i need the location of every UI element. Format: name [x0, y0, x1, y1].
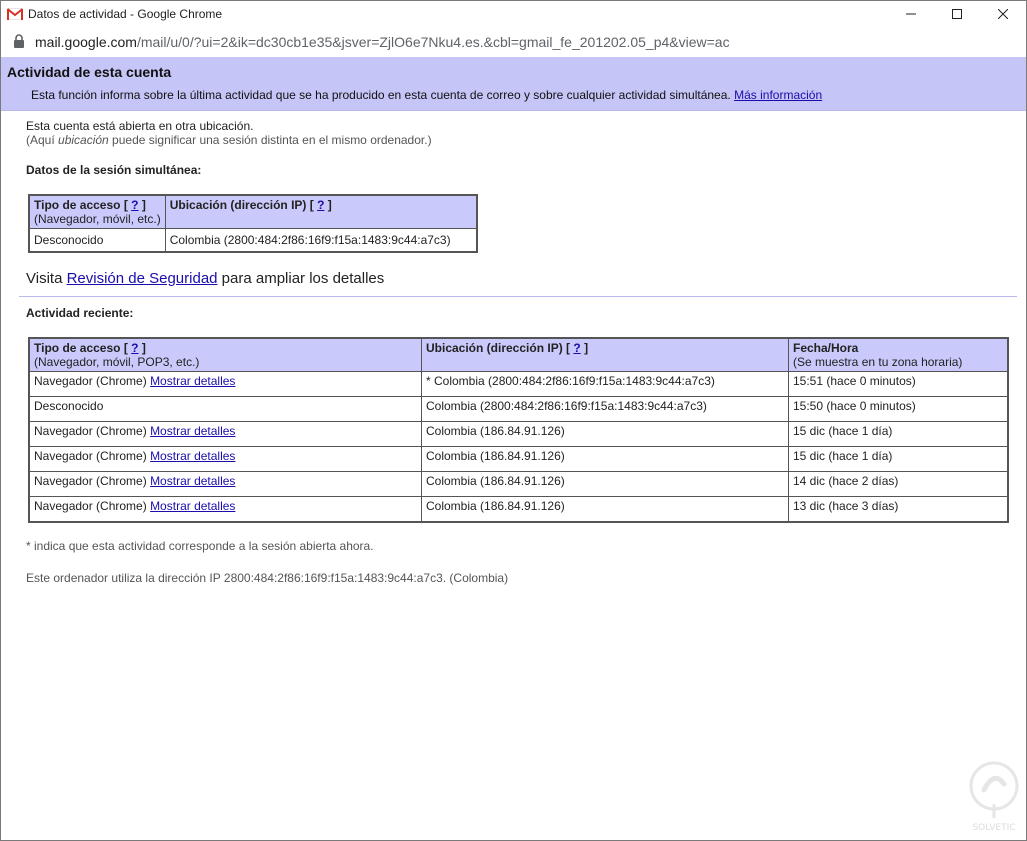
divider	[19, 296, 1017, 297]
show-details-link[interactable]: Mostrar detalles	[150, 424, 235, 438]
help-link[interactable]: ?	[317, 198, 324, 212]
access-type-text: Navegador (Chrome)	[34, 449, 147, 463]
access-type-text: Desconocido	[34, 399, 104, 413]
lock-icon	[13, 34, 27, 50]
show-details-link[interactable]: Mostrar detalles	[150, 374, 235, 388]
activity-body: Esta cuenta está abierta en otra ubicaci…	[1, 111, 1026, 585]
location-note-italic: ubicación	[58, 133, 109, 147]
cell-datetime: 15:50 (hace 0 minutos)	[788, 396, 1009, 422]
table-header-row: Tipo de acceso [ ? ] (Navegador, móvil, e…	[28, 194, 478, 229]
header-description: Esta función informa sobre la última act…	[31, 88, 1026, 102]
access-type-text: Navegador (Chrome)	[34, 374, 147, 388]
table-header-row: Tipo de acceso [ ? ] (Navegador, móvil, P…	[28, 337, 1009, 372]
close-button[interactable]	[980, 1, 1026, 26]
col-datetime: Fecha/Hora (Se muestra en tu zona horaria…	[788, 337, 1009, 372]
col-access-type-sub: (Navegador, móvil, etc.)	[34, 212, 161, 226]
concurrent-session-title: Datos de la sesión simultánea:	[26, 163, 202, 177]
close-icon	[998, 8, 1008, 19]
col-location-title: Ubicación (dirección IP)	[169, 198, 307, 212]
page-title: Actividad de esta cuenta	[7, 64, 172, 80]
asterisk-note: * indica que esta actividad corresponde …	[26, 539, 374, 553]
help-link[interactable]: ?	[131, 198, 138, 212]
visit-suffix: para ampliar los detalles	[217, 270, 385, 287]
cell-datetime: 15 dic (hace 1 día)	[788, 446, 1009, 472]
cell-datetime: 14 dic (hace 2 días)	[788, 471, 1009, 497]
open-elsewhere-text: Esta cuenta está abierta en otra ubicaci…	[26, 119, 254, 133]
location-note: (Aquí ubicación puede significar una ses…	[26, 133, 1016, 147]
window-title: Datos de actividad - Google Chrome	[28, 6, 223, 21]
show-details-link[interactable]: Mostrar detalles	[150, 499, 235, 513]
url-path: /mail/u/0/?ui=2&ik=dc30cb1e35&jsver=ZjlO…	[136, 34, 730, 50]
cell-datetime: 13 dic (hace 3 días)	[788, 496, 1009, 523]
cell-datetime: 15:51 (hace 0 minutos)	[788, 371, 1009, 397]
col-access-type-title: Tipo de acceso	[34, 341, 121, 355]
recent-activity-title: Actividad reciente:	[26, 306, 134, 320]
col-access-type-title: Tipo de acceso	[34, 198, 121, 212]
security-review-link[interactable]: Revisión de Seguridad	[67, 270, 218, 287]
svg-text:SOLVETIC: SOLVETIC	[972, 823, 1015, 833]
cell-location: Colombia (186.84.91.126)	[421, 471, 789, 497]
col-access-type: Tipo de acceso [ ? ] (Navegador, móvil, P…	[28, 337, 422, 372]
help-link[interactable]: ?	[131, 341, 138, 355]
security-review-line: Visita Revisión de Seguridad para amplia…	[26, 270, 1016, 287]
access-type-text: Navegador (Chrome)	[34, 499, 147, 513]
cell-location: Colombia (186.84.91.126)	[421, 446, 789, 472]
table-row: Desconocido Colombia (2800:484:2f86:16f9:…	[28, 396, 1009, 422]
table-row: Navegador (Chrome) Mostrar detalles * Col…	[28, 371, 1009, 397]
browser-window: Datos de actividad - Google Chrome mail.…	[0, 0, 1027, 841]
col-datetime-title: Fecha/Hora	[793, 341, 859, 355]
visit-prefix: Visita	[26, 270, 67, 287]
col-access-type-sub: (Navegador, móvil, POP3, etc.)	[34, 355, 200, 369]
gmail-icon	[6, 7, 24, 20]
show-details-link[interactable]: Mostrar detalles	[150, 449, 235, 463]
table-row: Navegador (Chrome) Mostrar detalles Colom…	[28, 471, 1009, 497]
recent-activity-table: Tipo de acceso [ ? ] (Navegador, móvil, P…	[28, 337, 1009, 523]
access-type-text: Navegador (Chrome)	[34, 474, 147, 488]
url-text[interactable]: mail.google.com/mail/u/0/?ui=2&ik=dc30cb…	[35, 34, 730, 50]
more-info-link[interactable]: Más información	[734, 88, 822, 102]
cell-access-type: Navegador (Chrome) Mostrar detalles	[28, 421, 422, 447]
cell-access-type: Navegador (Chrome) Mostrar detalles	[28, 471, 422, 497]
url-host: mail.google.com	[35, 34, 137, 50]
table-row: Navegador (Chrome) Mostrar detalles Colom…	[28, 421, 1009, 447]
cell-location: Colombia (186.84.91.126)	[421, 496, 789, 523]
location-note-prefix: (Aquí	[26, 133, 59, 147]
cell-access-type: Navegador (Chrome) Mostrar detalles	[28, 446, 422, 472]
col-access-type: Tipo de acceso [ ? ] (Navegador, móvil, e…	[28, 194, 166, 229]
activity-header: Actividad de esta cuenta Esta función in…	[1, 57, 1026, 111]
address-bar[interactable]: mail.google.com/mail/u/0/?ui=2&ik=dc30cb…	[1, 26, 1026, 58]
col-location: Ubicación (dirección IP) [ ? ]	[421, 337, 789, 372]
minimize-button[interactable]	[888, 1, 934, 26]
cell-location: Colombia (2800:484:2f86:16f9:f15a:1483:9…	[164, 228, 478, 253]
help-link[interactable]: ?	[573, 341, 580, 355]
cell-access-type: Navegador (Chrome) Mostrar detalles	[28, 496, 422, 523]
cell-location: Colombia (186.84.91.126)	[421, 421, 789, 447]
cell-access-type: Desconocido	[28, 396, 422, 422]
title-bar: Datos de actividad - Google Chrome	[1, 1, 1026, 26]
header-description-text: Esta función informa sobre la última act…	[31, 88, 731, 102]
col-location: Ubicación (dirección IP) [ ? ]	[164, 194, 478, 229]
cell-location: * Colombia (2800:484:2f86:16f9:f15a:1483…	[421, 371, 789, 397]
col-datetime-sub: (Se muestra en tu zona horaria)	[793, 355, 963, 369]
watermark-logo: SOLVETIC	[969, 761, 1019, 833]
table-row: Desconocido Colombia (2800:484:2f86:16f9…	[28, 228, 478, 253]
cell-access-type: Desconocido	[28, 228, 166, 253]
cell-access-type: Navegador (Chrome) Mostrar detalles	[28, 371, 422, 397]
page-content: Actividad de esta cuenta Esta función in…	[1, 57, 1026, 840]
cell-location: Colombia (2800:484:2f86:16f9:f15a:1483:9…	[421, 396, 789, 422]
recent-activity-rows: Navegador (Chrome) Mostrar detalles * Col…	[28, 371, 1009, 523]
access-type-text: Navegador (Chrome)	[34, 424, 147, 438]
concurrent-session-table: Tipo de acceso [ ? ] (Navegador, móvil, e…	[28, 194, 478, 253]
cell-datetime: 15 dic (hace 1 día)	[788, 421, 1009, 447]
maximize-icon	[952, 8, 962, 19]
location-note-suffix: puede significar una sesión distinta en …	[108, 133, 432, 147]
col-location-title: Ubicación (dirección IP)	[426, 341, 563, 355]
maximize-button[interactable]	[934, 1, 980, 26]
ip-note: Este ordenador utiliza la dirección IP 2…	[26, 571, 509, 585]
table-row: Navegador (Chrome) Mostrar detalles Colom…	[28, 496, 1009, 523]
minimize-icon	[906, 13, 916, 14]
show-details-link[interactable]: Mostrar detalles	[150, 474, 235, 488]
table-row: Navegador (Chrome) Mostrar detalles Colom…	[28, 446, 1009, 472]
